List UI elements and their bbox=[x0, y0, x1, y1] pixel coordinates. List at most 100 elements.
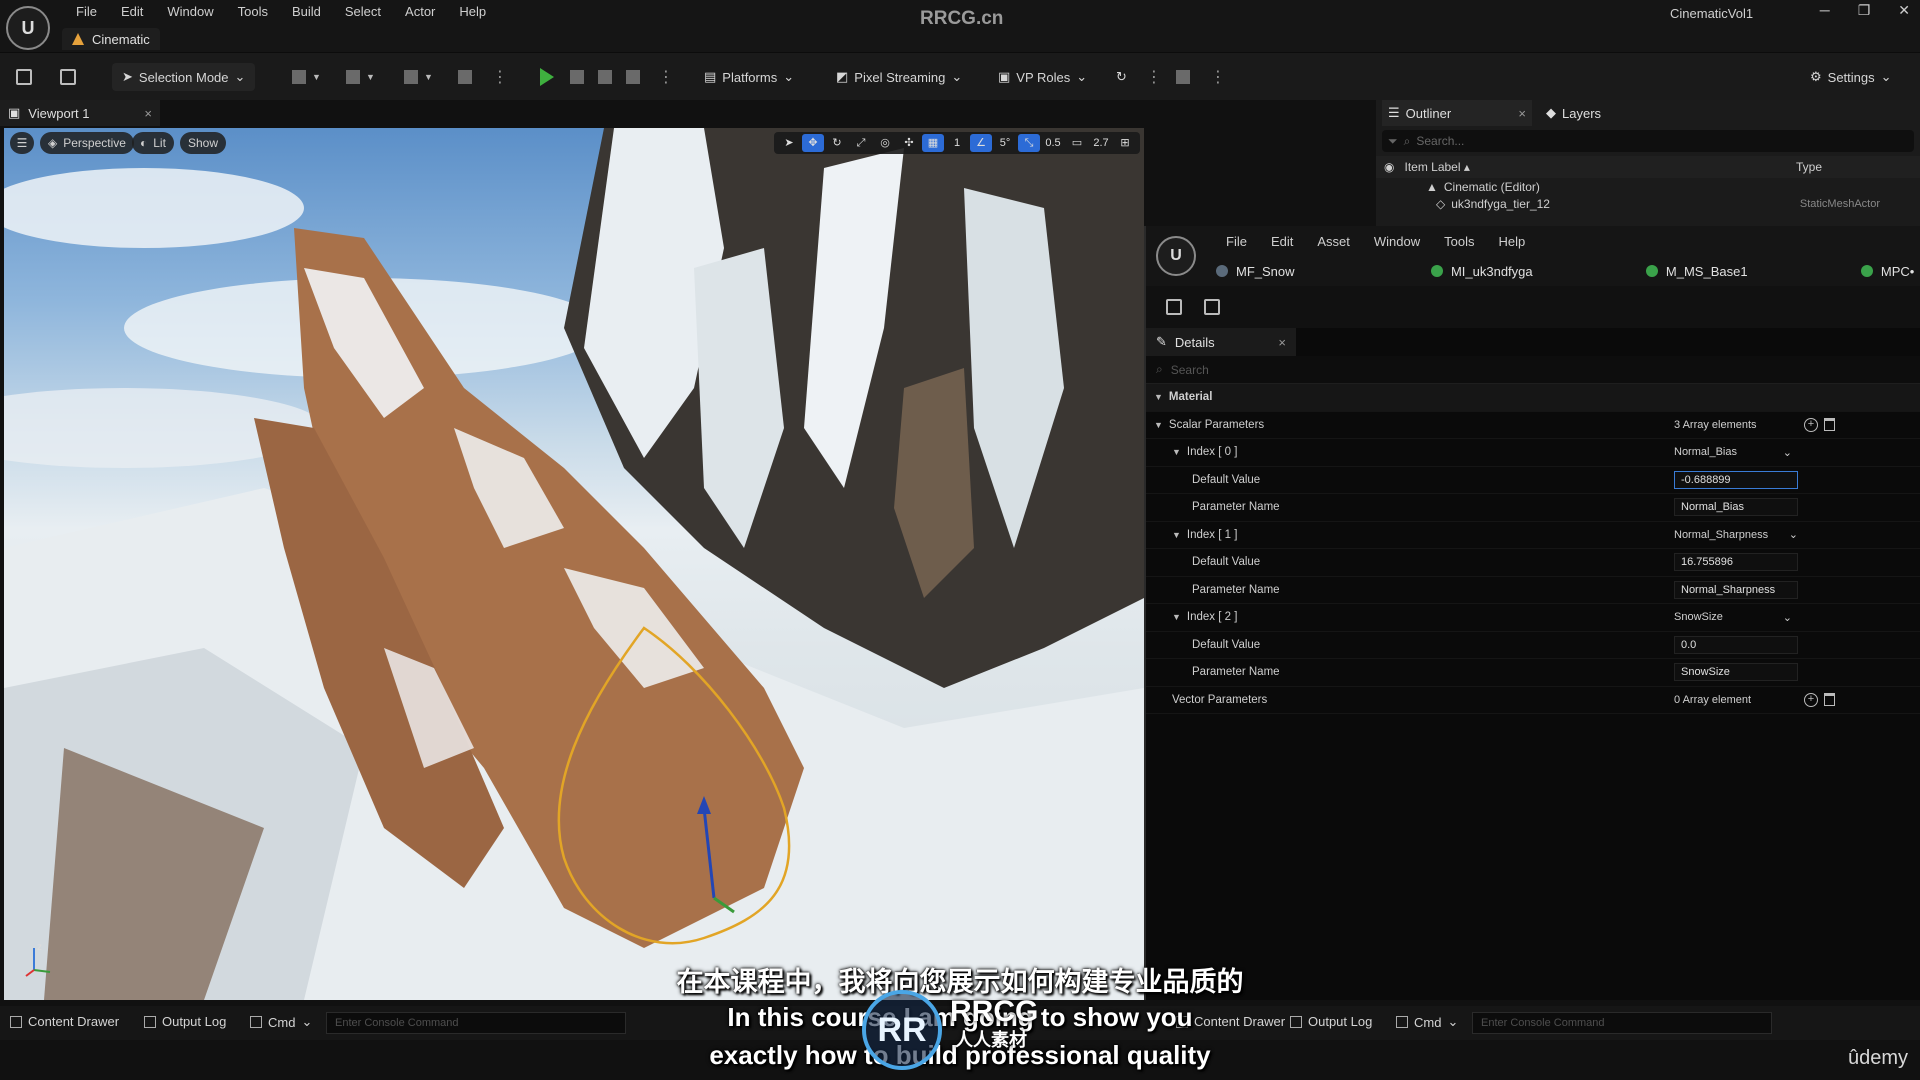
viewport-options-button[interactable]: ☰ bbox=[10, 132, 34, 154]
viewport-tab[interactable]: ▣ Viewport 1 × bbox=[0, 100, 160, 126]
col-item-label[interactable]: Item Label ▴ bbox=[1404, 160, 1469, 174]
select-tool-icon[interactable]: ➤ bbox=[778, 134, 800, 152]
blueprints-button[interactable]: ▼ bbox=[346, 63, 375, 91]
menu-file[interactable]: File bbox=[64, 4, 109, 20]
layers-tab[interactable]: ◆ Layers bbox=[1540, 100, 1607, 126]
close-window-button[interactable]: ✕ bbox=[1898, 2, 1910, 19]
unreal-logo-icon[interactable]: U bbox=[1156, 236, 1196, 276]
menu-select[interactable]: Select bbox=[333, 4, 393, 20]
play-options-icon[interactable]: ⋮ bbox=[658, 63, 674, 91]
project-tab[interactable]: Cinematic bbox=[62, 28, 160, 50]
menu-help[interactable]: Help bbox=[1486, 234, 1537, 249]
platforms-dropdown[interactable]: ▤ Platforms ⌄ bbox=[704, 63, 794, 91]
menu-window[interactable]: Window bbox=[155, 4, 225, 20]
more-options-icon[interactable]: ⋮ bbox=[492, 63, 508, 91]
add-element-icon[interactable]: + bbox=[1804, 692, 1818, 707]
details-search-input[interactable]: ⌕ Search bbox=[1146, 356, 1920, 384]
perspective-button[interactable]: ◈ Perspective bbox=[40, 132, 134, 154]
menu-asset[interactable]: Asset bbox=[1305, 234, 1362, 249]
index-0-row[interactable]: ▼ Index [ 0 ] Normal_Bias ⌄ bbox=[1146, 439, 1920, 467]
scale-tool-icon[interactable]: ⤢ bbox=[850, 134, 872, 152]
tab-m-ms-base1[interactable]: M_MS_Base1 bbox=[1645, 264, 1853, 279]
scale-snap-icon[interactable]: ⤡ bbox=[1018, 134, 1040, 152]
menu-edit[interactable]: Edit bbox=[1259, 234, 1305, 249]
parameter-dropdown[interactable]: SnowSize ⌄ bbox=[1674, 611, 1792, 624]
trash-icon[interactable] bbox=[1824, 693, 1835, 707]
pixel-streaming-dropdown[interactable]: ◩ Pixel Streaming ⌄ bbox=[836, 63, 962, 91]
show-button[interactable]: Show bbox=[180, 132, 227, 154]
details-tab[interactable]: ✎ Details × bbox=[1146, 328, 1296, 356]
scalar-parameters-row[interactable]: ▼ Scalar Parameters 3 Array elements + bbox=[1146, 412, 1920, 439]
parameter-dropdown[interactable]: Normal_Sharpness ⌄ bbox=[1674, 528, 1798, 542]
menu-actor[interactable]: Actor bbox=[393, 4, 447, 20]
scale-snap-value[interactable]: 0.5 bbox=[1042, 134, 1064, 152]
parameter-dropdown[interactable]: Normal_Bias ⌄ bbox=[1674, 446, 1792, 459]
more-options-icon[interactable]: ⋮ bbox=[1210, 63, 1226, 91]
cinematics-button[interactable]: ▼ bbox=[404, 63, 433, 91]
eject-button[interactable] bbox=[626, 63, 640, 91]
layout-icon[interactable]: ⊞ bbox=[1114, 134, 1136, 152]
close-icon[interactable]: × bbox=[1278, 335, 1286, 350]
list-item[interactable]: ◇ uk3ndfyga_tier_12 StaticMeshActor bbox=[1376, 195, 1920, 212]
settings-dropdown[interactable]: ⚙ Settings ⌄ bbox=[1810, 63, 1892, 91]
more-options-icon[interactable]: ⋮ bbox=[1146, 63, 1162, 91]
restore-button[interactable]: ❐ bbox=[1858, 2, 1871, 19]
add-element-icon[interactable]: + bbox=[1804, 417, 1818, 432]
trash-icon[interactable] bbox=[1824, 418, 1835, 432]
menu-help[interactable]: Help bbox=[447, 4, 498, 20]
outliner-search-input[interactable]: ⏷ ⌕ Search... bbox=[1382, 130, 1914, 152]
rotation-snap-icon[interactable]: ∠ bbox=[970, 134, 992, 152]
save-button[interactable] bbox=[16, 63, 32, 91]
index-2-row[interactable]: ▼ Index [ 2 ] SnowSize ⌄ bbox=[1146, 604, 1920, 632]
minimize-button[interactable]: ─ bbox=[1820, 2, 1830, 19]
stop-button[interactable] bbox=[598, 63, 612, 91]
default-value-input[interactable]: 0.0 bbox=[1674, 635, 1798, 654]
world-space-icon[interactable]: ◎ bbox=[874, 134, 896, 152]
play-button[interactable] bbox=[540, 63, 554, 91]
menu-window[interactable]: Window bbox=[1362, 234, 1432, 249]
default-value-input[interactable]: -0.688899 bbox=[1674, 470, 1798, 489]
list-item[interactable]: ▲ Cinematic (Editor) bbox=[1376, 178, 1920, 195]
parameter-name-input[interactable]: Normal_Bias bbox=[1674, 498, 1798, 517]
save-icon[interactable] bbox=[1166, 299, 1182, 315]
level-viewport[interactable]: ☰ ◈ Perspective ◐ Lit Show ➤ ✥ ↻ ⤢ ◎ ✣ ▦… bbox=[4, 128, 1144, 1000]
translate-tool-icon[interactable]: ✥ bbox=[802, 134, 824, 152]
vp-roles-dropdown[interactable]: ▣ VP Roles ⌄ bbox=[998, 63, 1087, 91]
lit-button[interactable]: ◐ Lit bbox=[132, 132, 174, 154]
menu-tools[interactable]: Tools bbox=[226, 4, 280, 20]
col-type[interactable]: Type bbox=[1796, 160, 1912, 174]
tab-mpc[interactable]: MPC• bbox=[1860, 264, 1920, 279]
material-section-header[interactable]: ▼ Material bbox=[1146, 384, 1920, 412]
close-icon[interactable]: × bbox=[1518, 106, 1526, 121]
index-1-row[interactable]: ▼ Index [ 1 ] Normal_Sharpness ⌄ bbox=[1146, 522, 1920, 549]
content-browser-button[interactable] bbox=[60, 63, 76, 91]
selection-mode-dropdown[interactable]: ➤ Selection Mode ⌄ bbox=[112, 63, 256, 91]
modes-button[interactable] bbox=[458, 63, 472, 91]
filter-icon[interactable]: ⏷ bbox=[1388, 134, 1398, 149]
menu-edit[interactable]: Edit bbox=[109, 4, 155, 20]
revision-control-button[interactable] bbox=[1176, 63, 1190, 91]
parameter-name-input[interactable]: SnowSize bbox=[1674, 663, 1798, 682]
camera-speed-value[interactable]: 2.7 bbox=[1090, 134, 1112, 152]
tab-mf-snow[interactable]: MF_Snow bbox=[1216, 264, 1423, 279]
rotate-tool-icon[interactable]: ↻ bbox=[826, 134, 848, 152]
rotation-snap-value[interactable]: 5° bbox=[994, 134, 1016, 152]
default-value-input[interactable]: 16.755896 bbox=[1674, 553, 1798, 572]
step-button[interactable] bbox=[570, 63, 584, 91]
surface-snap-icon[interactable]: ✣ bbox=[898, 134, 920, 152]
tab-mi-uk3ndfyga[interactable]: MI_uk3ndfyga bbox=[1430, 264, 1638, 279]
menu-tools[interactable]: Tools bbox=[1432, 234, 1486, 249]
outliner-tab[interactable]: ☰ Outliner × bbox=[1382, 100, 1532, 126]
close-icon[interactable]: × bbox=[144, 106, 152, 121]
parameter-name-input[interactable]: Normal_Sharpness bbox=[1674, 580, 1798, 599]
browse-icon[interactable] bbox=[1204, 299, 1220, 315]
menu-file[interactable]: File bbox=[1214, 234, 1259, 249]
eye-icon[interactable]: ◉ bbox=[1384, 160, 1394, 174]
camera-speed-icon[interactable]: ▭ bbox=[1066, 134, 1088, 152]
source-control-button[interactable]: ↻ bbox=[1116, 63, 1127, 91]
grid-snap-icon[interactable]: ▦ bbox=[922, 134, 944, 152]
grid-snap-value[interactable]: 1 bbox=[946, 134, 968, 152]
add-actor-button[interactable]: ▼ bbox=[292, 63, 321, 91]
vector-parameters-row[interactable]: Vector Parameters 0 Array element + bbox=[1146, 687, 1920, 714]
unreal-logo-icon[interactable]: U bbox=[6, 6, 50, 50]
